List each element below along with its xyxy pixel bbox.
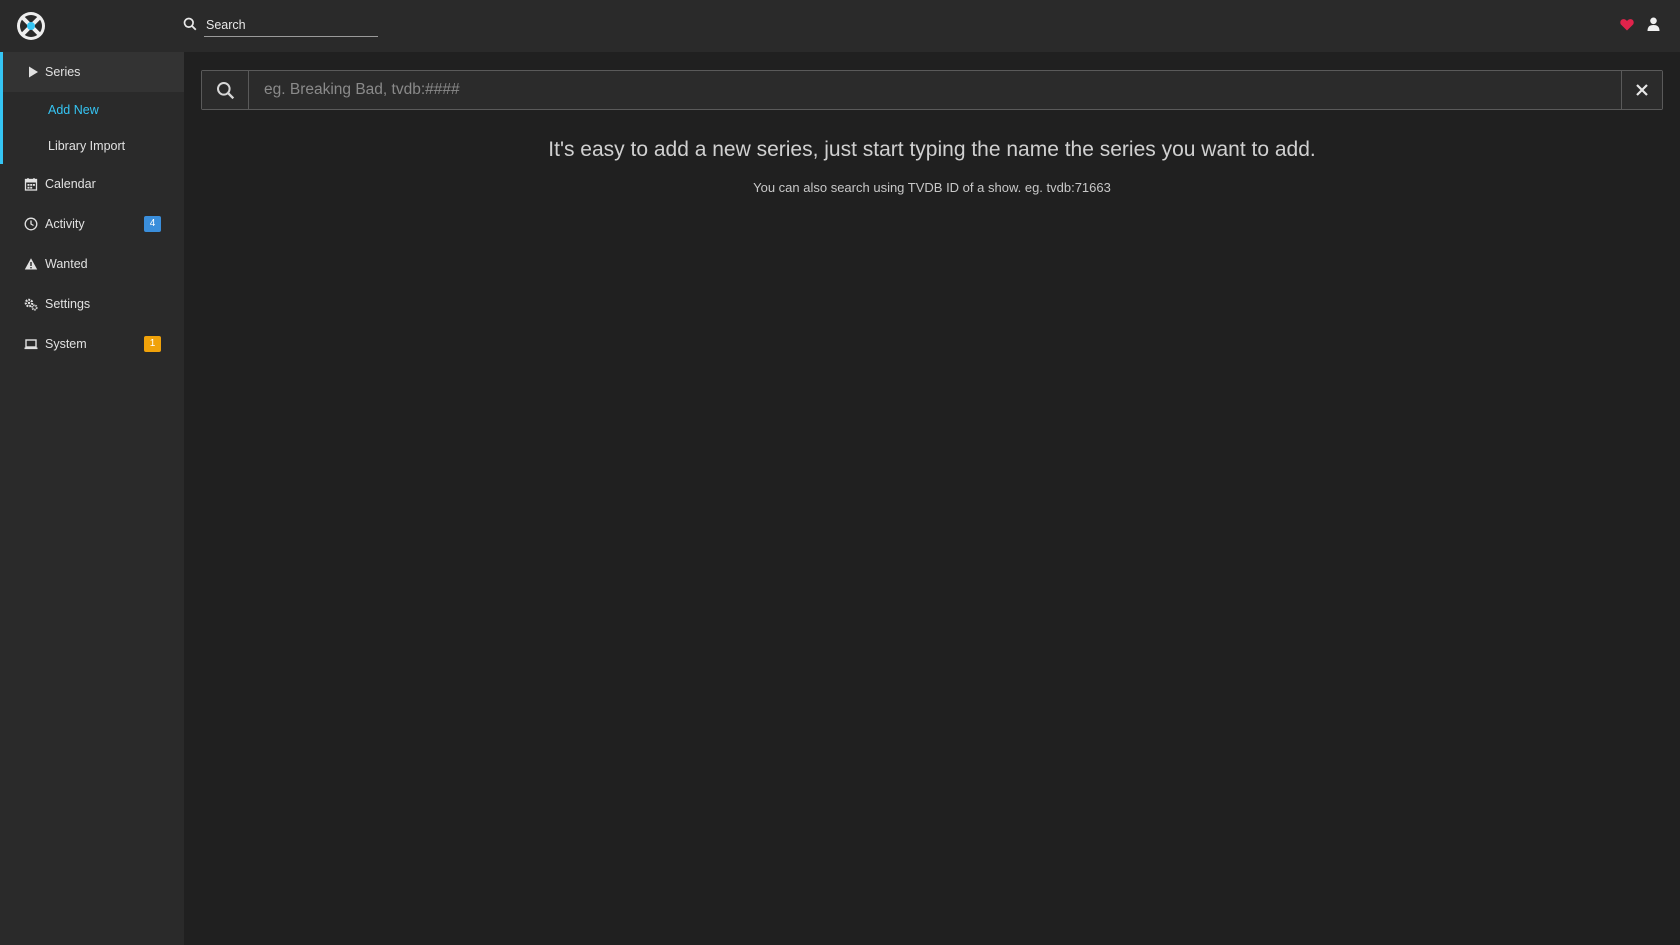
top-header: Search (0, 0, 1680, 52)
user-icon[interactable] (1647, 17, 1660, 31)
play-icon (29, 66, 38, 78)
global-search-input[interactable]: Search (204, 15, 378, 37)
clear-search-button[interactable] (1621, 71, 1662, 109)
global-search[interactable]: Search (183, 15, 378, 38)
series-search-bar (201, 70, 1663, 110)
sidebar-item-series[interactable]: Series (0, 52, 184, 92)
series-search-input[interactable] (250, 71, 1622, 109)
laptop-icon (24, 339, 38, 350)
sidebar-item-label: System (45, 337, 87, 351)
sonarr-logo-icon[interactable] (16, 11, 46, 41)
clock-icon (24, 217, 38, 231)
warning-icon (24, 258, 38, 270)
activity-count-badge: 4 (144, 216, 161, 232)
sidebar-item-system[interactable]: System 1 (0, 324, 184, 364)
search-icon (183, 17, 197, 31)
sidebar-subitem-add-new[interactable]: Add New (48, 100, 99, 120)
sidebar-item-activity[interactable]: Activity 4 (0, 204, 184, 244)
cogs-icon (24, 298, 38, 311)
series-submenu: Add New Library Import (0, 92, 184, 164)
sidebar-item-wanted[interactable]: Wanted (0, 244, 184, 284)
main-content: It's easy to add a new series, just star… (184, 52, 1680, 945)
search-icon (217, 82, 235, 100)
sidebar-item-label: Series (45, 65, 81, 79)
heart-icon[interactable] (1620, 18, 1634, 31)
sidebar-subitem-library-import[interactable]: Library Import (48, 136, 125, 156)
sidebar-item-label: Settings (45, 297, 91, 311)
sidebar-item-label: Wanted (45, 257, 88, 271)
system-count-badge: 1 (144, 336, 161, 352)
add-series-hint-subtitle: You can also search using TVDB ID of a s… (753, 180, 1111, 195)
sidebar-item-label: Calendar (45, 177, 96, 191)
close-icon (1636, 84, 1648, 96)
sidebar-item-settings[interactable]: Settings (0, 284, 184, 324)
add-series-hint-title: It's easy to add a new series, just star… (548, 138, 1316, 161)
sidebar-item-calendar[interactable]: Calendar (0, 164, 184, 204)
sidebar: Series Add New Library Import Calendar A… (0, 52, 184, 945)
search-addon (202, 71, 249, 109)
sidebar-item-label: Activity (45, 217, 85, 231)
calendar-icon (24, 178, 38, 191)
